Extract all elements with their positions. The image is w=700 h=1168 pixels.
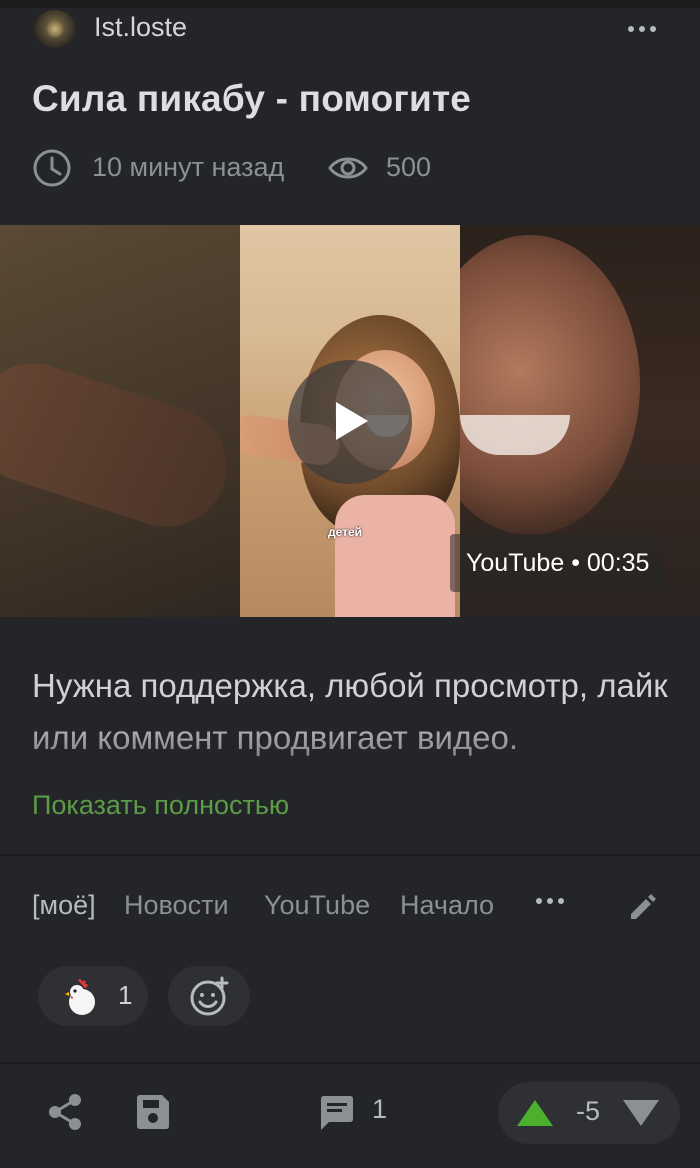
- show-more-link[interactable]: Показать полностью: [32, 790, 289, 821]
- divider: [0, 854, 700, 856]
- add-reaction-icon: [190, 976, 229, 1016]
- description-fade: [0, 708, 700, 768]
- downvote-icon[interactable]: [622, 1098, 660, 1128]
- play-icon: [336, 402, 368, 440]
- more-options-icon[interactable]: [622, 14, 662, 44]
- tags-row: [моё] Новости YouTube Начало: [32, 884, 672, 928]
- author-avatar[interactable]: [34, 10, 76, 48]
- tag-start[interactable]: Начало: [400, 890, 494, 921]
- comment-icon[interactable]: [318, 1094, 356, 1132]
- post-card: Ist.loste Сила пикабу - помогите 10 мину…: [0, 0, 700, 1168]
- post-time: 10 минут назад: [92, 152, 285, 182]
- eye-icon: [328, 157, 368, 179]
- clock-icon: [33, 149, 71, 187]
- post-title[interactable]: Сила пикабу - помогите: [32, 78, 471, 120]
- video-caption: детей: [328, 525, 363, 539]
- upvote-icon[interactable]: [516, 1098, 554, 1128]
- rating-value: -5: [576, 1096, 601, 1126]
- add-reaction-button[interactable]: [168, 966, 250, 1026]
- post-meta: 10 минут назад 500: [32, 146, 672, 190]
- tag-own[interactable]: [моё]: [32, 890, 96, 921]
- save-icon[interactable]: [134, 1092, 172, 1132]
- chicken-icon: [65, 979, 95, 1015]
- video-source-badge: YouTube • 00:35: [450, 534, 666, 592]
- top-divider: [0, 0, 700, 8]
- post-actions-bar: 1 -5: [0, 1064, 700, 1168]
- reaction-chicken[interactable]: 1: [38, 966, 148, 1026]
- tag-youtube[interactable]: YouTube: [264, 890, 370, 921]
- views-count: 500: [386, 152, 432, 182]
- rating-control: -5: [498, 1082, 680, 1144]
- video-blur-left: [0, 225, 240, 617]
- more-tags-icon[interactable]: [536, 898, 564, 904]
- edit-icon[interactable]: [626, 890, 660, 924]
- share-icon[interactable]: [46, 1092, 84, 1132]
- reaction-count: 1: [118, 980, 133, 1010]
- author-name[interactable]: Ist.loste: [94, 12, 187, 43]
- tag-news[interactable]: Новости: [124, 890, 229, 921]
- post-header: Ist.loste: [0, 8, 700, 50]
- play-button[interactable]: [288, 360, 412, 484]
- comments-count[interactable]: 1: [372, 1094, 387, 1125]
